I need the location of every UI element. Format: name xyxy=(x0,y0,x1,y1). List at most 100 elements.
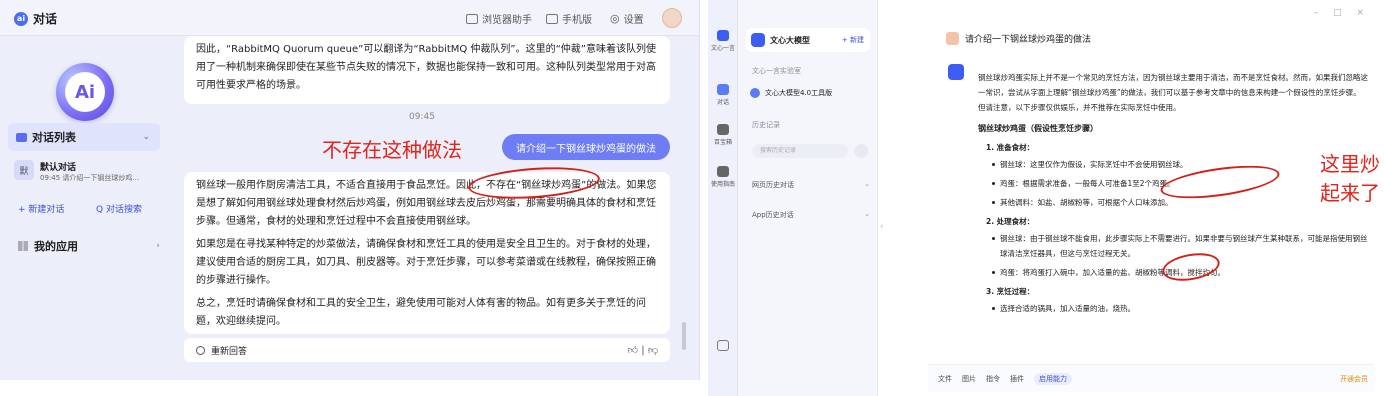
guide-icon xyxy=(717,166,729,177)
history-search-input[interactable]: 搜索历史记录 xyxy=(752,144,848,158)
app-history-toggle[interactable]: App历史对话 ⌄ xyxy=(752,210,870,220)
settings-button[interactable]: ◎ 设置 xyxy=(610,11,644,26)
ai-logo: Ai xyxy=(56,63,114,121)
annotation-text: 这里炒起来了 xyxy=(1320,152,1380,205)
right-sidebar: 文心大模型 + 新建 文心一言实验室 文心大模型4.0工具版 历史记录 搜索历史… xyxy=(738,0,878,396)
rail-item-home[interactable]: 文心一言 xyxy=(708,30,738,52)
chat-logo-icon: ai xyxy=(14,11,28,26)
chat-item-badge: 默 xyxy=(14,160,34,180)
new-chat-button[interactable]: + 新建对话 xyxy=(18,202,64,215)
mobile-version-button[interactable]: 手机版 xyxy=(546,11,592,26)
user-avatar[interactable] xyxy=(662,8,682,28)
toolbox-icon xyxy=(717,124,729,135)
regenerate-button[interactable]: 重新回答 xyxy=(211,344,247,357)
rail-label: 使用指南 xyxy=(710,181,735,188)
chat-item-title: 默认对话 xyxy=(40,163,77,173)
web-history-toggle[interactable]: 网页历史对话 ⌄ xyxy=(752,180,870,190)
left-top-bar: ai 对话 浏览器助手 手机版 ◎ 设置 xyxy=(0,0,699,36)
model-logo-icon xyxy=(751,33,765,47)
section-title: 文心一言实验室 xyxy=(752,67,801,75)
model-selector[interactable]: 文心大模型 + 新建 xyxy=(746,28,870,52)
step-heading: 3. 烹饪过程： xyxy=(986,287,1035,296)
browser-assistant-label: 浏览器助手 xyxy=(482,15,532,26)
assistant-message-answer: 钢丝球一般用作厨房清洁工具，不适合直接用于食品烹饪。因此，不存在“钢丝球炒鸡蛋”… xyxy=(184,172,670,334)
section-title: 历史记录 xyxy=(752,121,780,129)
yiyan-logo-icon xyxy=(717,30,729,41)
right-chat-window: 文心一言 对话 百宝箱 使用指南 文心大模型 + 新建 文心一言实验室 文心大模… xyxy=(708,0,1384,396)
mobile-version-label: 手机版 xyxy=(562,15,592,26)
app-title: ai 对话 xyxy=(14,10,57,27)
chat-list-item[interactable]: 默 默认对话 09:45 请介绍一下钢丝球炒鸡... xyxy=(14,160,160,184)
chat-list-toggle[interactable]: 对话列表 ⌄ xyxy=(8,123,160,151)
user-message: 请介绍一下钢丝球炒鸡蛋的做法 xyxy=(502,134,670,160)
app-history-label: App历史对话 xyxy=(752,211,794,219)
answer-intro: 钢丝球炒鸡蛋实际上并不是一个常见的烹饪方法，因为钢丝球主要用于清洁，而不是烹饪食… xyxy=(978,73,1368,112)
tool-item[interactable]: 文心大模型4.0工具版 xyxy=(750,88,832,98)
chat-bubble-icon xyxy=(16,132,27,142)
scrollbar[interactable] xyxy=(682,322,686,350)
answer-actions-bar: 重新回答 👍︎ | 👎︎ xyxy=(184,338,670,362)
thumbs-feedback-icon[interactable]: 👍︎ | 👎︎ xyxy=(628,344,658,356)
search-chat-button[interactable]: Q 对话搜索 xyxy=(96,202,142,215)
mail-icon xyxy=(717,340,729,351)
command-button[interactable]: 指令 xyxy=(986,374,1000,384)
bot-avatar xyxy=(948,64,964,80)
answer-paragraph: 如果您是在寻找某种特定的炒菜做法，请确保食材和烹饪工具的使用是安全且卫生的。对于… xyxy=(196,239,656,286)
rail-item-mail[interactable] xyxy=(708,340,738,353)
vip-button[interactable]: 开通会员 xyxy=(1340,374,1368,384)
list-item: 选择合适的锅具，加入适量的油，烧热。 xyxy=(992,301,1368,316)
rail-item-chat[interactable]: 对话 xyxy=(708,84,738,106)
answer-paragraph: 总之，烹饪时请确保食材和工具的安全卫生，避免使用可能对人体有害的物品。如有更多关… xyxy=(196,298,646,327)
user-avatar xyxy=(946,32,959,45)
rail-item-guide[interactable]: 使用指南 xyxy=(708,166,738,188)
phone-icon xyxy=(546,13,558,24)
left-conversation: 因此，“RabbitMQ Quorum queue”可以翻译为“RabbitMQ… xyxy=(172,36,699,380)
refresh-icon xyxy=(196,345,205,355)
tool-icon xyxy=(750,88,760,98)
capability-toggle[interactable]: 启用能力 xyxy=(1034,372,1072,385)
question-text: 请介绍一下钢丝球炒鸡蛋的做法 xyxy=(965,35,1092,45)
image-button[interactable]: 图片 xyxy=(962,374,976,384)
window-controls[interactable]: – □ × xyxy=(1314,8,1370,18)
chevron-down-icon: ⌄ xyxy=(864,180,870,188)
ai-logo-text: Ai xyxy=(65,72,105,112)
chat-item-subtitle: 09:45 请介绍一下钢丝球炒鸡... xyxy=(40,174,140,182)
answer-heading: 钢丝球炒鸡蛋（假设性烹饪步骤） xyxy=(978,124,1098,133)
chat-list-label: 对话列表 xyxy=(32,131,76,144)
right-conversation: – □ × 请介绍一下钢丝球炒鸡蛋的做法 钢丝球炒鸡蛋实际上并不是一个常见的烹饪… xyxy=(878,0,1384,396)
plugin-button[interactable]: 插件 xyxy=(1010,374,1024,384)
user-question: 请介绍一下钢丝球炒鸡蛋的做法 xyxy=(946,32,1091,45)
rail-label: 百宝箱 xyxy=(713,139,732,146)
my-apps-item[interactable]: 我的应用 › xyxy=(18,238,160,254)
browser-assistant-button[interactable]: 浏览器助手 xyxy=(466,11,532,26)
app-title-text: 对话 xyxy=(33,12,58,26)
trash-icon[interactable] xyxy=(854,144,868,158)
grid-icon xyxy=(18,241,28,251)
input-toolbar: 文件 图片 指令 插件 启用能力 开通会员 xyxy=(928,364,1374,392)
browser-icon xyxy=(466,13,478,24)
step-list: 选择合适的锅具，加入适量的油，烧热。 xyxy=(992,301,1368,316)
my-apps-label: 我的应用 xyxy=(34,240,78,253)
list-item: 钢丝球：这里仅作为假设，实际烹饪中不会使用钢丝球。 xyxy=(992,157,1368,172)
step-heading: 1. 准备食材： xyxy=(986,143,1035,152)
new-chat-button[interactable]: + 新建 xyxy=(842,35,864,45)
annotation-text: 不存在这种做法 xyxy=(322,138,462,162)
chevron-down-icon: ⌄ xyxy=(864,210,870,218)
rail-label: 对话 xyxy=(716,99,729,106)
chat-icon xyxy=(717,84,729,95)
step-heading: 2. 处理食材： xyxy=(986,217,1035,226)
chevron-right-icon: › xyxy=(156,241,160,251)
tool-name: 文心大模型4.0工具版 xyxy=(765,89,833,97)
left-sidebar: Ai 对话列表 ⌄ 默 默认对话 09:45 请介绍一下钢丝球炒鸡... + 新… xyxy=(0,36,168,380)
rail-item-toolbox[interactable]: 百宝箱 xyxy=(708,124,738,146)
message-timestamp: 09:45 xyxy=(409,112,435,122)
web-history-label: 网页历史对话 xyxy=(752,181,794,189)
file-button[interactable]: 文件 xyxy=(938,374,952,384)
chevron-down-icon: ⌄ xyxy=(142,132,150,142)
right-icon-rail: 文心一言 对话 百宝箱 使用指南 xyxy=(708,0,738,396)
left-chat-window: ai 对话 浏览器助手 手机版 ◎ 设置 Ai 对话列表 ⌄ 默 默认对话 09:… xyxy=(0,0,700,380)
gear-icon: ◎ xyxy=(610,12,620,25)
model-name: 文心大模型 xyxy=(770,35,810,45)
rail-label: 文心一言 xyxy=(710,45,735,52)
settings-label: 设置 xyxy=(623,15,644,26)
